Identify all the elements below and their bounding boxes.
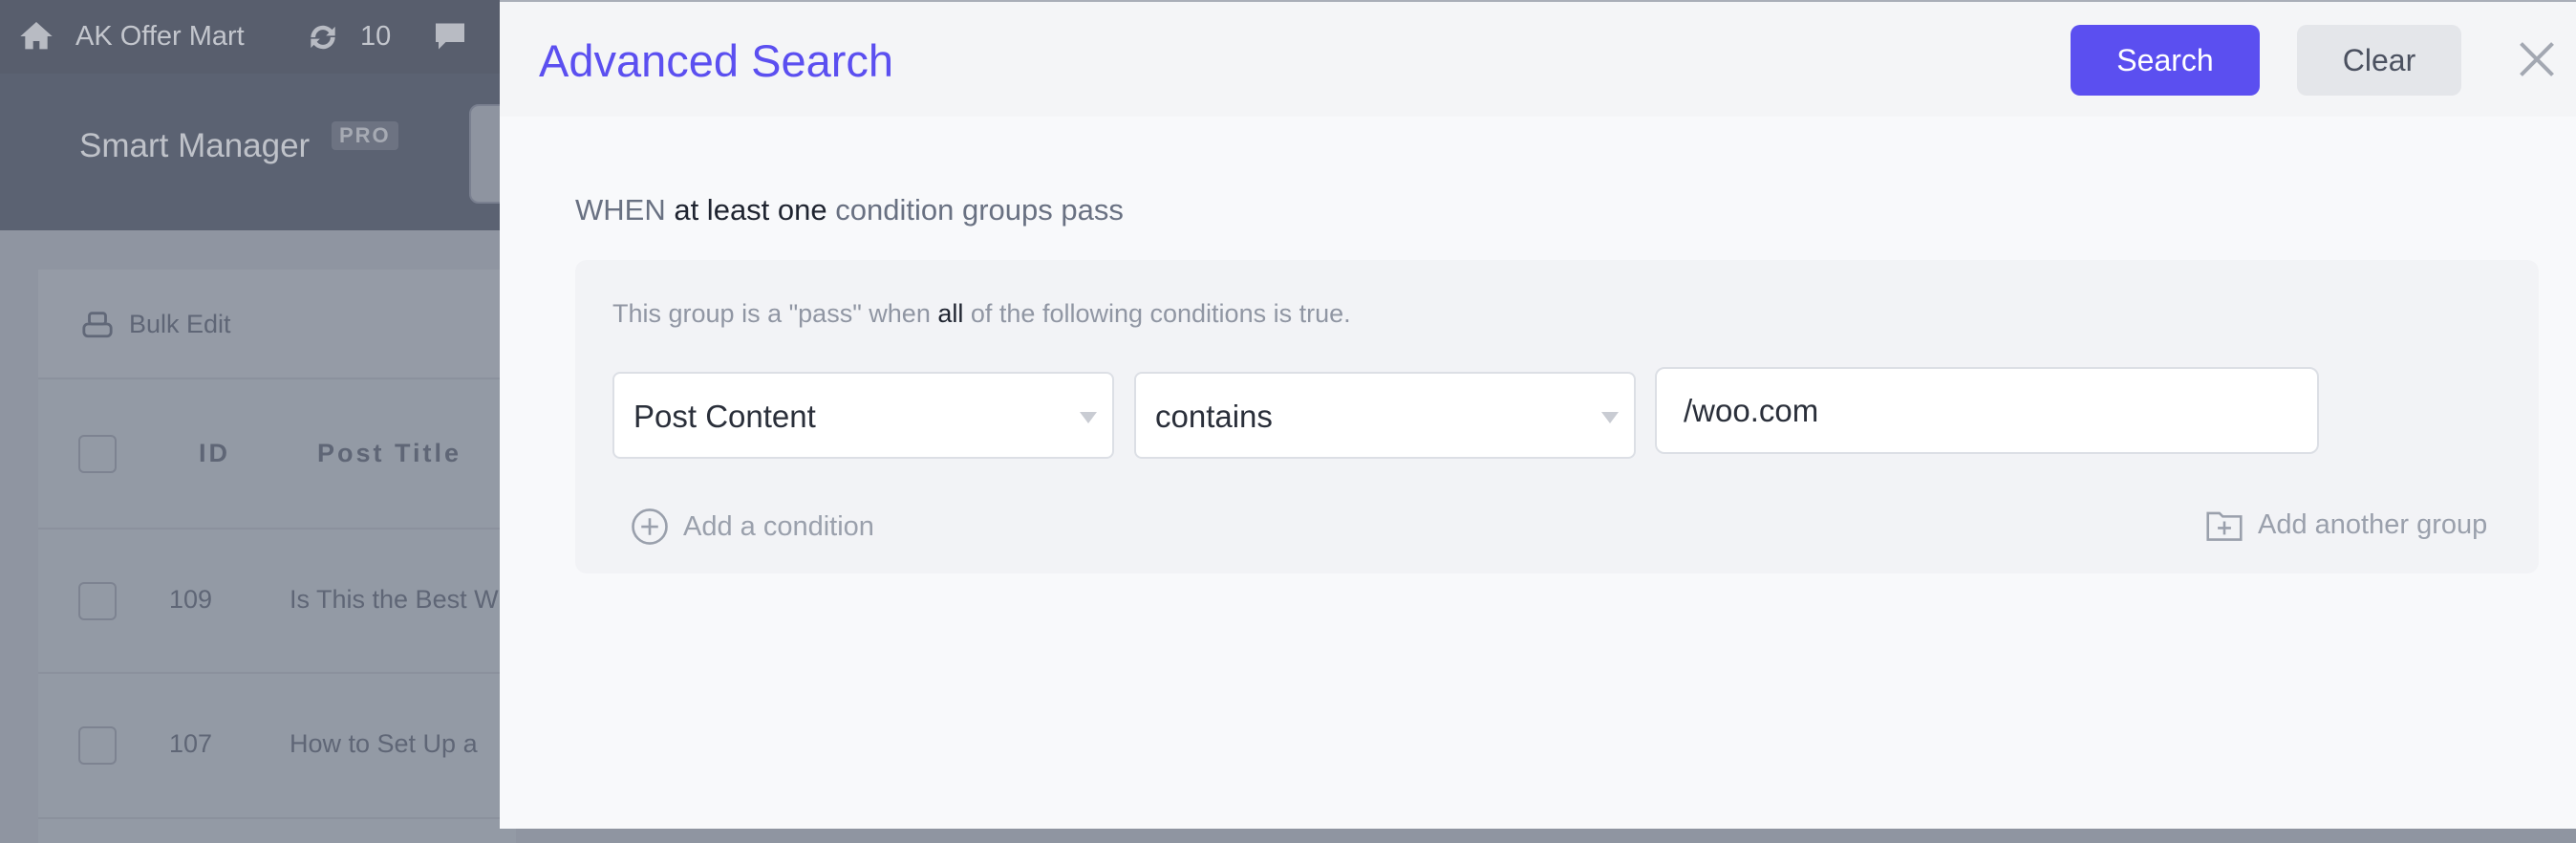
add-condition-label: Add a condition [683,510,874,542]
select-all-checkbox[interactable] [78,435,117,473]
chevron-down-icon [1601,412,1619,423]
field-select-value: Post Content [633,399,816,434]
desc-prefix: This group is a "pass" when [612,299,931,328]
desc-suffix: of the following conditions is true. [970,299,1351,328]
row-id: 109 [169,585,213,614]
site-name-link[interactable]: AK Offer Mart [75,21,245,53]
operator-select-value: contains [1155,399,1273,434]
row-checkbox[interactable] [78,582,117,620]
match-rule: WHEN at least one condition groups pass [575,193,1124,227]
advanced-search-panel: Advanced Search Search Clear WHEN at lea… [500,0,2576,829]
add-group-label: Add another group [2258,508,2488,540]
row-id: 107 [169,729,213,758]
updates-count[interactable]: 10 [360,21,391,53]
app-header: Smart Manager PRO [0,74,526,230]
comments-icon[interactable] [433,19,467,54]
panel-title: Advanced Search [539,35,894,86]
field-select[interactable]: Post Content [612,372,1114,459]
chevron-down-icon [1080,412,1097,423]
when-suffix: condition groups pass [835,193,1124,227]
row-checkbox[interactable] [78,726,117,765]
clear-button[interactable]: Clear [2297,25,2461,96]
toolbar: Bulk Edit [38,270,516,379]
data-grid: Bulk Edit ID Post Title 109 Is This the … [38,270,516,843]
row-title[interactable]: Is This the Best W [290,585,499,615]
table-row[interactable]: 107 How to Set Up a [38,674,516,819]
panel-header: Advanced Search Search Clear [500,2,2576,117]
table-row[interactable]: 109 Is This the Best W [38,530,516,674]
table-header: ID Post Title [38,379,516,530]
column-header-id[interactable]: ID [199,439,230,468]
value-input[interactable] [1655,367,2319,454]
add-group-button[interactable]: Add another group [2204,507,2487,543]
condition-match-mode[interactable]: all [937,299,963,328]
pro-badge: PRO [332,121,398,150]
admin-bar: AK Offer Mart 10 [0,0,500,74]
bulk-edit-icon [82,312,113,338]
when-prefix: WHEN [575,193,666,227]
app-title: Smart Manager [79,127,311,164]
home-icon[interactable] [17,17,55,55]
condition-group: This group is a "pass" when all of the f… [575,260,2539,573]
close-icon[interactable] [2516,38,2558,80]
row-title[interactable]: How to Set Up a [290,729,478,759]
group-match-mode[interactable]: at least one [674,193,826,227]
group-description: This group is a "pass" when all of the f… [612,299,1351,329]
search-button[interactable]: Search [2071,25,2260,96]
updates-icon[interactable] [302,19,344,55]
bulk-edit-button[interactable]: Bulk Edit [129,310,231,339]
folder-plus-icon [2206,511,2243,541]
column-header-post-title[interactable]: Post Title [317,439,462,468]
operator-select[interactable]: contains [1134,372,1636,459]
plus-circle-icon [632,508,668,545]
add-condition-button[interactable]: Add a condition [630,507,874,547]
